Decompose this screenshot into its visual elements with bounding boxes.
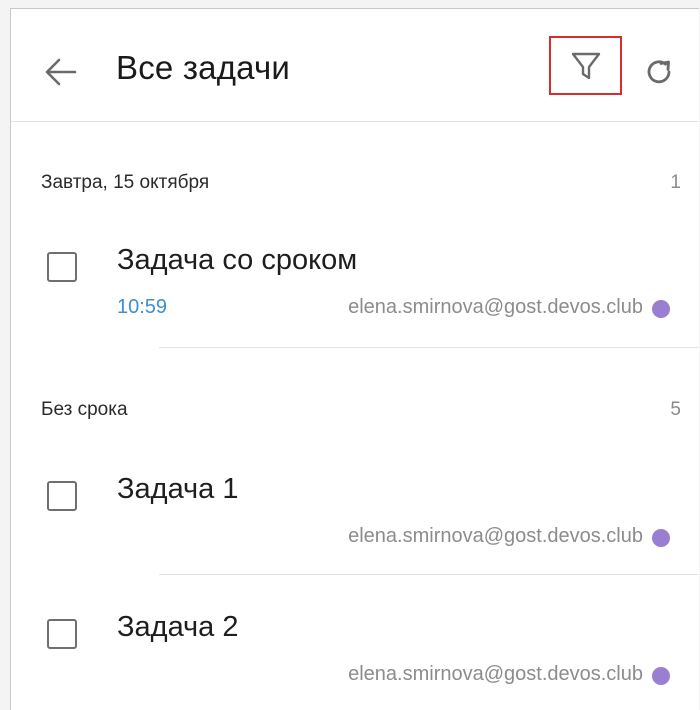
task-checkbox[interactable] xyxy=(47,619,77,649)
status-dot xyxy=(652,300,670,318)
task-title: Задача со сроком xyxy=(117,244,358,276)
refresh-icon xyxy=(647,60,671,84)
task-checkbox[interactable] xyxy=(47,252,77,282)
task-row[interactable]: Задача со сроком 10:59 elena.smirnova@go… xyxy=(11,227,699,357)
section-header-tomorrow: Завтра, 15 октября 1 xyxy=(41,172,681,194)
page-title: Все задачи xyxy=(116,49,291,86)
task-list-screen: Все задачи Завтра, 15 октября 1 Задача с… xyxy=(10,8,699,710)
task-row[interactable]: Задача 1 elena.smirnova@gost.devos.club xyxy=(11,456,699,586)
task-due-time: 10:59 xyxy=(117,296,168,318)
section-label: Без срока xyxy=(41,399,128,420)
divider xyxy=(159,347,699,348)
filter-funnel-icon xyxy=(571,52,600,79)
task-assignee: elena.smirnova@gost.devos.club xyxy=(348,525,643,547)
filter-button[interactable] xyxy=(549,36,622,95)
divider xyxy=(159,574,699,575)
arrow-left-icon xyxy=(45,58,77,86)
task-title: Задача 1 xyxy=(117,473,239,505)
section-count: 1 xyxy=(670,172,681,193)
back-button[interactable] xyxy=(41,52,81,92)
task-assignee: elena.smirnova@gost.devos.club xyxy=(348,663,643,685)
section-header-no-deadline: Без срока 5 xyxy=(41,399,681,421)
task-assignee: elena.smirnova@gost.devos.club xyxy=(348,296,643,318)
section-count: 5 xyxy=(670,399,681,420)
status-dot xyxy=(652,667,670,685)
app-header: Все задачи xyxy=(11,9,699,122)
task-checkbox[interactable] xyxy=(47,481,77,511)
section-label: Завтра, 15 октября xyxy=(41,172,210,193)
status-dot xyxy=(652,529,670,547)
refresh-button[interactable] xyxy=(639,52,679,92)
task-title: Задача 2 xyxy=(117,611,239,643)
task-row[interactable]: Задача 2 elena.smirnova@gost.devos.club xyxy=(11,594,699,710)
